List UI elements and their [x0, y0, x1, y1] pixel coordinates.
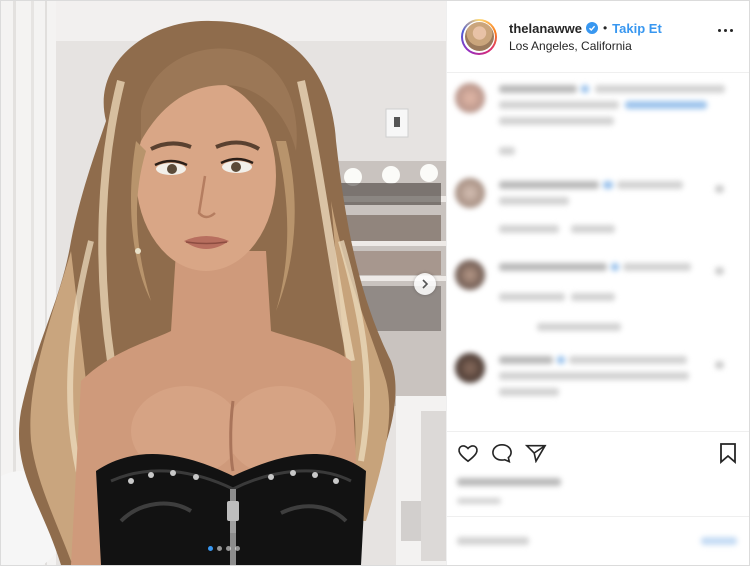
caption-avatar — [455, 83, 485, 113]
share-icon[interactable] — [525, 443, 547, 463]
post-actions — [447, 431, 749, 474]
carousel-dot — [207, 546, 213, 551]
likes-count[interactable] — [447, 474, 749, 494]
carousel-dot — [225, 546, 231, 551]
photo-illustration — [1, 1, 446, 565]
more-options-icon[interactable] — [718, 29, 733, 32]
add-comment-row[interactable] — [447, 516, 749, 565]
comment-avatar — [455, 353, 485, 383]
post-timestamp — [447, 494, 749, 516]
username-link[interactable]: thelanawwe — [509, 21, 582, 36]
comments-section — [447, 73, 749, 431]
separator-dot: • — [602, 21, 608, 35]
comment-icon[interactable] — [491, 443, 513, 463]
avatar-image — [464, 22, 494, 51]
chevron-right-icon — [422, 279, 429, 289]
bookmark-icon[interactable] — [719, 442, 737, 464]
verified-badge-icon — [585, 22, 598, 34]
carousel-dot — [216, 546, 222, 551]
avatar[interactable] — [461, 18, 497, 55]
comment-avatar — [455, 260, 485, 290]
comment-avatar — [455, 178, 485, 208]
heart-icon[interactable] — [457, 443, 479, 463]
carousel-next-button[interactable] — [414, 273, 436, 295]
post-side-panel: thelanawwe • Takip Et Los Angeles, Calif… — [446, 1, 749, 565]
header-text: thelanawwe • Takip Et Los Angeles, Calif… — [509, 21, 662, 53]
carousel-indicator — [1, 546, 446, 551]
post-photo[interactable] — [1, 1, 446, 565]
location-link[interactable]: Los Angeles, California — [509, 39, 662, 53]
carousel-dot — [234, 546, 240, 551]
instagram-post: thelanawwe • Takip Et Los Angeles, Calif… — [0, 0, 750, 566]
follow-button[interactable]: Takip Et — [612, 21, 662, 36]
post-header: thelanawwe • Takip Et Los Angeles, Calif… — [447, 1, 749, 73]
